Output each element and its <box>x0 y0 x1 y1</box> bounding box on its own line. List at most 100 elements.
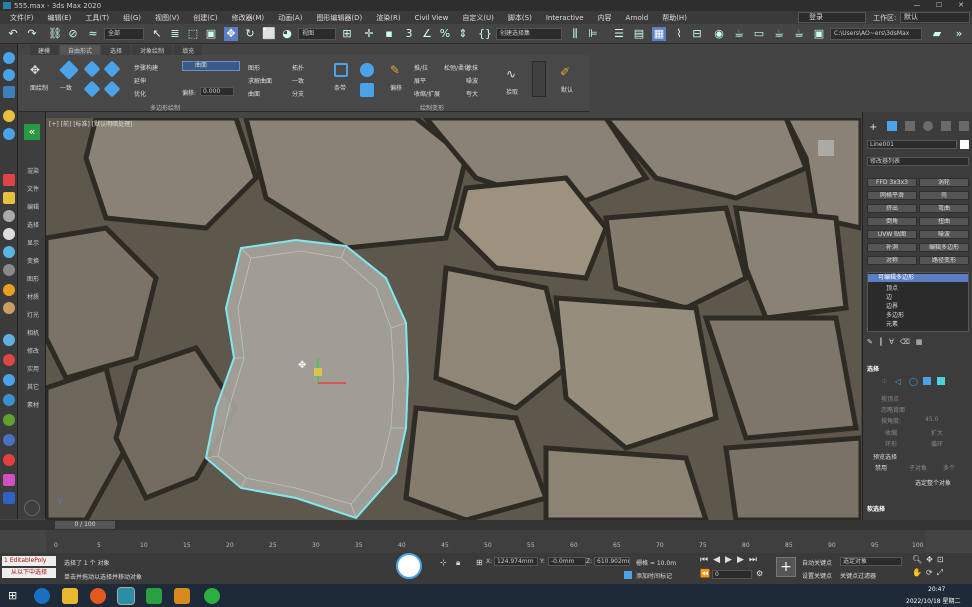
absolute-mode-icon[interactable]: ⊞ <box>476 558 483 567</box>
lock-icon[interactable]: 🔒︎ <box>456 558 460 568</box>
conform-button[interactable]: 一致 <box>292 76 304 85</box>
flatten-button[interactable]: 展平 <box>414 76 426 85</box>
3dsmax-taskbar-icon[interactable] <box>117 587 135 605</box>
modify-tab-icon[interactable] <box>887 121 897 131</box>
menu-animation[interactable]: 动画(A) <box>278 13 302 23</box>
menu-civil-view[interactable]: Civil View <box>415 14 449 22</box>
reference-coordinate-dropdown[interactable]: 视图 <box>298 28 336 40</box>
left-label-asset[interactable]: 素材 <box>20 400 46 409</box>
extend-button[interactable]: 延伸 <box>134 76 146 85</box>
left-label-other[interactable]: 其它 <box>20 382 46 391</box>
select-object-icon[interactable]: ↖ <box>150 27 164 41</box>
mirror-icon[interactable]: ⫼ <box>568 27 582 41</box>
menu-rendering[interactable]: 渲染(R) <box>376 13 400 23</box>
key-mode-icon[interactable]: ⏪ <box>700 569 710 578</box>
menu-customize[interactable]: 自定义(U) <box>462 13 494 23</box>
stack-item-border[interactable]: 边界 <box>886 301 898 310</box>
menu-interactive[interactable]: Interactive <box>546 14 584 22</box>
shrink-button[interactable]: 收缩 <box>885 428 897 437</box>
object-color-swatch[interactable] <box>960 140 969 149</box>
rotate-icon[interactable]: ↻ <box>243 27 257 41</box>
preview-subobject-radio[interactable]: 子对象 <box>909 463 927 472</box>
menu-group[interactable]: 组(G) <box>123 13 141 23</box>
configure-sets-icon[interactable]: ▦ <box>916 338 923 348</box>
auto-key-button[interactable]: 自动关键点 <box>802 558 832 567</box>
snaps-toggle-icon[interactable]: 3 <box>402 27 416 41</box>
time-slider[interactable]: 0 / 100 <box>55 521 115 529</box>
left-label-utility[interactable]: 实用 <box>20 364 46 373</box>
modifier-btn-shell[interactable]: 壳 <box>919 191 969 200</box>
create-icon[interactable] <box>3 52 15 64</box>
rectangular-selection-icon[interactable]: ⬚ <box>186 27 200 41</box>
viewport[interactable]: ✥ y [+] [前] [标准] [默认明暗处理] <box>46 118 861 520</box>
vertex-level-icon[interactable]: ⁘ <box>881 377 889 386</box>
optimize-button[interactable]: 优化 <box>134 89 146 98</box>
tab-modeling[interactable]: 建模 <box>30 45 59 55</box>
viewport-layout-icon[interactable] <box>24 500 40 516</box>
percent-snap-icon[interactable]: % <box>438 27 452 41</box>
show-end-result-icon[interactable]: ┃ <box>879 338 883 348</box>
redo-icon[interactable]: ↷ <box>25 27 39 41</box>
left-label-light[interactable]: 灯光 <box>20 310 46 319</box>
preview-disable-radio[interactable]: 禁用 <box>875 463 887 472</box>
modifier-list-dropdown[interactable]: 修改器列表 <box>867 157 969 166</box>
maxscript-input[interactable]: 从以下中选择 <box>2 568 56 578</box>
isolate-selection-icon[interactable] <box>396 553 422 579</box>
rendered-frame-icon[interactable]: ▭ <box>752 27 766 41</box>
soft-selection-rollout-title[interactable]: 软选择 <box>867 504 885 513</box>
remove-modifier-icon[interactable]: ⌫ <box>900 338 910 348</box>
surface-icon[interactable] <box>360 83 374 97</box>
motion-tab-icon[interactable] <box>923 121 933 131</box>
push-pull-button[interactable]: 推/拉 <box>414 63 428 72</box>
shape-icon[interactable] <box>3 284 15 296</box>
menu-tools[interactable]: 工具(T) <box>85 13 109 23</box>
edit-named-selection-icon[interactable]: {} <box>478 27 492 41</box>
selection-lock-icon[interactable]: ⊹ <box>440 558 447 567</box>
spinner-snap-icon[interactable]: ⇕ <box>456 27 470 41</box>
project-folder-icon[interactable]: ▣ <box>812 27 826 41</box>
menu-edit[interactable]: 编辑(E) <box>48 13 72 23</box>
left-label-camera[interactable]: 相机 <box>20 328 46 337</box>
modifier-btn-turbo[interactable]: 涡轮 <box>919 178 969 187</box>
smudge-button[interactable]: 涂抹 <box>466 63 478 72</box>
workspace-select[interactable]: 默认 <box>900 12 970 23</box>
loop-button[interactable]: 循环 <box>931 439 943 448</box>
conform-brush-icon[interactable] <box>59 60 79 80</box>
window-crossing-icon[interactable]: ▣ <box>204 27 218 41</box>
extra-tool-icon[interactable] <box>3 454 15 466</box>
selected-objects-dropdown[interactable]: 选定对象 <box>840 557 902 566</box>
unlink-icon[interactable]: ⊘ <box>66 27 80 41</box>
time-tag-icon[interactable] <box>624 571 632 579</box>
light-icon[interactable] <box>3 334 15 346</box>
surface-button[interactable]: 曲面 <box>248 89 260 98</box>
topology-button[interactable]: 拓扑 <box>292 63 304 72</box>
timeline-bar[interactable] <box>0 520 972 530</box>
offset-input[interactable]: 0.000 <box>200 87 234 96</box>
modifier-btn-bend[interactable]: 弯曲 <box>919 204 969 213</box>
menu-modifiers[interactable]: 修改器(M) <box>232 13 265 23</box>
select-move-icon[interactable]: ✥ <box>224 27 238 41</box>
track-bar[interactable]: 0 5 10 15 20 25 30 35 40 45 50 55 60 65 … <box>46 530 926 553</box>
utility-icon[interactable] <box>3 394 15 406</box>
left-label-file[interactable]: 文件 <box>20 184 46 193</box>
viewport-label[interactable]: [+] [前] [标准] [默认明暗处理] <box>49 119 132 128</box>
viewport-nav-bottom[interactable]: ✋⟳⤢ <box>912 568 947 578</box>
noise-button[interactable]: 噪波 <box>466 76 478 85</box>
by-vertex-checkbox[interactable]: 按顶点 <box>881 394 899 403</box>
folder-icon[interactable]: ▰ <box>930 27 944 41</box>
shapes-button[interactable]: 图形 <box>248 63 260 72</box>
stack-item-editable-poly[interactable]: 可编辑多边形 <box>868 274 968 282</box>
render-production-icon[interactable]: ☕ <box>772 27 786 41</box>
wechat-icon[interactable] <box>204 588 220 604</box>
named-selection-dropdown[interactable]: 创建选择集 <box>496 28 562 40</box>
x-coordinate-field[interactable]: 124.974mm <box>494 557 538 566</box>
tab-object-paint[interactable]: 对象绘制 <box>132 45 173 55</box>
stack-item-vertex[interactable]: 顶点 <box>886 283 898 292</box>
shape-brush-icon-4[interactable] <box>103 80 121 98</box>
pin-stack-icon[interactable]: ✎ <box>867 338 873 348</box>
modifier-btn-cap-holes[interactable]: 补洞 <box>867 243 917 252</box>
add-time-tag-button[interactable]: 添加时间标记 <box>636 571 672 580</box>
solve-surface-button[interactable]: 求解曲面 <box>248 76 272 85</box>
align-icon[interactable]: ⊫ <box>586 27 600 41</box>
object-name-field[interactable]: Line001 <box>867 140 957 149</box>
